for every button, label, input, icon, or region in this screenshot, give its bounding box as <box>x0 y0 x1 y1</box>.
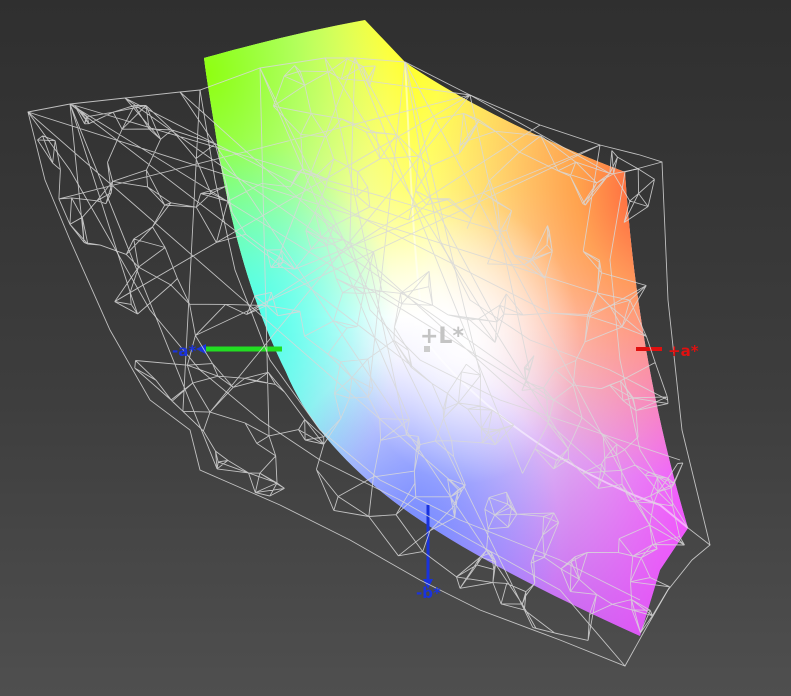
axis-label-a-plus: +a* <box>668 342 699 360</box>
axis-label-b-minus: -b* <box>416 584 441 602</box>
axis-label-a-minus: -a* <box>172 342 196 360</box>
axis-label-l-plus: +L* <box>420 324 464 349</box>
gamut-scene: +L* +a* -a* -b* <box>27 20 711 667</box>
gamut-3d-viewport[interactable]: +L* +a* -a* -b* <box>0 0 791 696</box>
